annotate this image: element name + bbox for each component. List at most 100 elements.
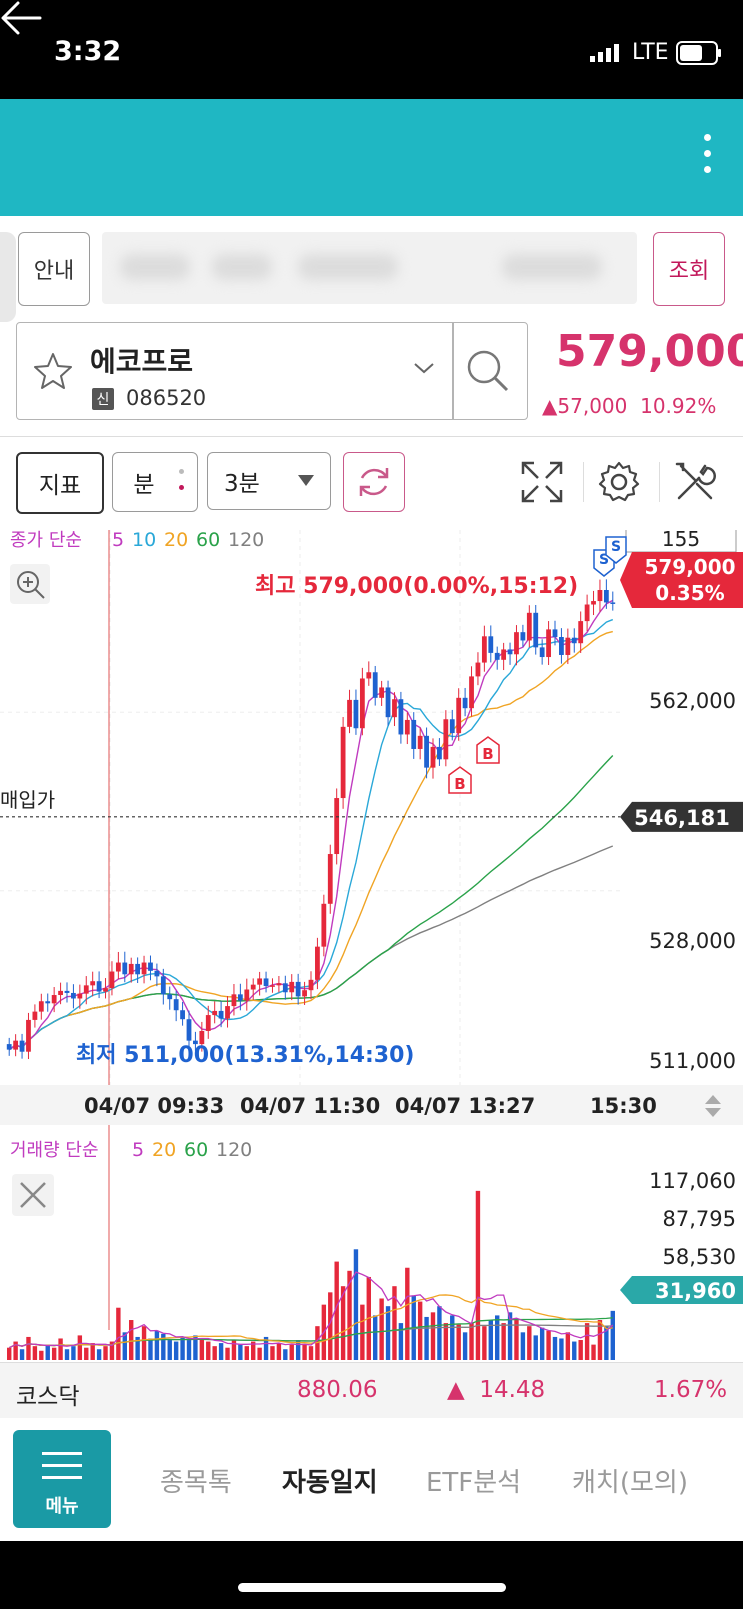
candle-body xyxy=(250,984,256,990)
candle-body xyxy=(379,687,385,698)
index-percent: 1.67% xyxy=(654,1377,728,1403)
candle-body xyxy=(302,990,307,997)
index-change-amount: 14.48 xyxy=(479,1377,546,1403)
star-icon[interactable] xyxy=(33,352,73,390)
zoom-in-icon[interactable] xyxy=(10,564,50,604)
menu-button[interactable]: 메뉴 xyxy=(13,1430,111,1528)
tools-icon[interactable] xyxy=(673,460,717,504)
volume-bar xyxy=(591,1344,596,1360)
candle-body xyxy=(552,629,558,637)
bottom-nav-item-stock-talk[interactable]: 종목톡 xyxy=(160,1462,232,1499)
chevron-down-icon[interactable] xyxy=(412,360,436,376)
expand-icon[interactable] xyxy=(520,460,564,504)
volume-bar xyxy=(584,1323,590,1360)
tab-auto-journal-chart[interactable]: 자동일지차트 xyxy=(298,0,386,24)
candle-body xyxy=(122,962,128,975)
side-drawer-handle[interactable] xyxy=(0,232,16,322)
home-indicator[interactable] xyxy=(238,1583,506,1592)
close-icon[interactable] xyxy=(12,1174,54,1216)
volume-bar xyxy=(148,1338,153,1360)
volume-bar xyxy=(225,1347,230,1360)
refresh-button[interactable] xyxy=(343,452,405,512)
market-index-bar[interactable]: 코스닥 880.06 ▲ 14.48 1.67% xyxy=(0,1362,743,1419)
network-label: LTE xyxy=(632,40,669,65)
indicator-button[interactable]: 지표 xyxy=(16,452,104,514)
candle-body xyxy=(437,746,442,760)
current-price: 579,000 xyxy=(556,326,743,377)
volume-bar xyxy=(405,1267,410,1360)
volume-bar xyxy=(482,1326,487,1360)
volume-legend-period-120: 120 xyxy=(216,1139,252,1161)
index-name: 코스닥 xyxy=(16,1384,80,1410)
caret-down-icon xyxy=(298,475,314,486)
candle-body xyxy=(115,962,121,972)
volume-bar xyxy=(289,1344,294,1360)
candle-body xyxy=(96,981,102,992)
back-arrow-icon[interactable] xyxy=(0,0,42,36)
legend-period-10: 10 xyxy=(132,530,156,551)
candle-body xyxy=(481,636,487,663)
candle-body xyxy=(327,854,333,904)
volume-bar xyxy=(456,1324,461,1360)
bottom-nav-item-auto-journal[interactable]: 자동일지 xyxy=(282,1462,378,1499)
gear-icon[interactable] xyxy=(597,460,641,504)
volume-bar xyxy=(308,1346,314,1360)
volume-bar xyxy=(180,1336,185,1360)
candle-body xyxy=(571,637,577,644)
index-value: 880.06 xyxy=(297,1377,378,1403)
volume-bar xyxy=(469,1323,474,1360)
candle-body xyxy=(173,999,179,1011)
volume-bar xyxy=(32,1346,38,1360)
bottom-nav-item-catch[interactable]: 캐치(모의) xyxy=(572,1462,688,1499)
volume-legend-period-60: 60 xyxy=(184,1139,208,1161)
volume-bar xyxy=(90,1343,95,1360)
candle-body xyxy=(546,629,551,658)
tab-profit-report[interactable]: 수익률보고서 xyxy=(97,0,185,24)
candle-body xyxy=(565,637,571,655)
interval-dropdown[interactable]: 3분 xyxy=(207,452,331,510)
candle-body xyxy=(282,983,288,993)
volume-bar xyxy=(520,1332,526,1360)
candle-body xyxy=(103,988,108,992)
candle-body xyxy=(372,672,378,698)
candle-body xyxy=(430,746,436,768)
account-selector[interactable] xyxy=(102,232,637,304)
home-indicator-area xyxy=(0,1541,743,1609)
candle-body xyxy=(218,1010,224,1019)
candle-body xyxy=(603,590,609,603)
volume-y-tick-2: 58,530 xyxy=(663,1245,736,1269)
volume-bar xyxy=(462,1332,468,1360)
volume-bar xyxy=(103,1346,108,1360)
volume-bar xyxy=(71,1346,76,1360)
candle-body xyxy=(128,963,134,975)
query-button[interactable]: 조회 xyxy=(653,232,725,306)
candlestick-chart[interactable]: 매입가 546,181 562,000 528,000 511,000 155 579,00… xyxy=(0,521,743,1362)
candle-body xyxy=(340,726,346,799)
price-change: ▲57,000 10.92% xyxy=(542,394,716,418)
volume-legend-prefix: 거래량 단순 xyxy=(10,1140,99,1161)
volume-legend-period-20: 20 xyxy=(152,1139,176,1161)
candle-body xyxy=(501,649,507,660)
volume-y-tick-0: 117,060 xyxy=(649,1169,736,1193)
volume-bar xyxy=(116,1307,121,1360)
candle-body xyxy=(237,994,243,1001)
battery-icon xyxy=(676,41,718,65)
low-annotation: 최저 511,000(13.31%,14:30) xyxy=(76,1043,414,1068)
volume-bar xyxy=(443,1323,449,1360)
avg-buy-value: 546,181 xyxy=(634,806,730,830)
high-annotation: 최고 579,000(0.00%,15:12) xyxy=(255,574,578,599)
bottom-nav-item-etf-analysis[interactable]: ETF분석 xyxy=(426,1462,521,1499)
kebab-menu-icon[interactable] xyxy=(704,134,712,182)
tab-stock-compare[interactable]: 종목수익비교 xyxy=(498,0,586,24)
search-icon[interactable] xyxy=(465,348,511,394)
candle-body xyxy=(13,1040,19,1050)
info-button[interactable]: 안내 xyxy=(18,232,90,306)
candle-body xyxy=(520,632,526,641)
volume-bar xyxy=(96,1349,102,1360)
minute-button[interactable]: 분 xyxy=(112,452,198,512)
buy-marker-label: B xyxy=(454,775,465,793)
candle-body xyxy=(559,637,564,655)
legend-prefix: 종가 단순 xyxy=(10,530,82,551)
candle-body xyxy=(58,990,63,996)
chart-area[interactable]: 매입가 546,181 562,000 528,000 511,000 155 579,00… xyxy=(0,521,743,1362)
